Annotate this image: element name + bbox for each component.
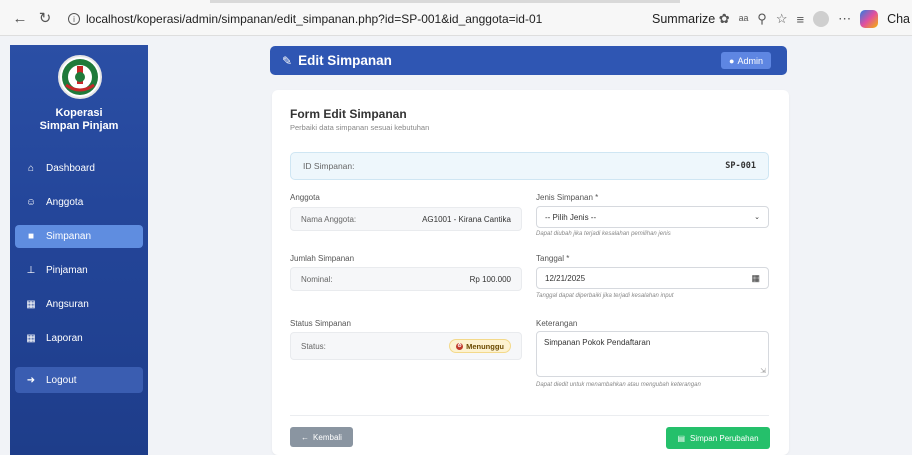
summarize-icon: ✿ xyxy=(718,11,730,26)
nama-anggota-label: Nama Anggota: xyxy=(301,214,357,224)
home-icon: ⌂ xyxy=(27,163,35,174)
calendar-icon: ▦ xyxy=(26,333,36,344)
browser-toolbar: ← ↻ i localhost/koperasi/admin/simpanan/… xyxy=(0,0,912,36)
form-card: Form Edit Simpanan Perbaiki data simpana… xyxy=(272,90,789,455)
save-icon: ▤ xyxy=(677,433,686,443)
anggota-label: Anggota xyxy=(290,193,320,202)
sidebar-item-pinjaman[interactable]: ⊥ Pinjaman xyxy=(10,259,148,282)
calendar-picker-icon[interactable]: ▦ xyxy=(751,273,760,284)
form-title: Form Edit Simpanan xyxy=(290,107,407,121)
id-simpanan-value: SP-001 xyxy=(725,161,756,171)
status-label: Status: xyxy=(301,341,326,351)
brand-line-1: Koperasi xyxy=(55,107,103,119)
wallet-icon: ■ xyxy=(27,231,35,242)
back-button-label: Kembali xyxy=(313,432,342,442)
status-badge: ⏱ Menunggu xyxy=(449,339,511,353)
save-button-label: Simpan Perubahan xyxy=(690,433,759,443)
sidebar-item-label: Anggota xyxy=(46,197,84,208)
admin-label: Admin xyxy=(737,55,763,66)
profile-avatar-icon[interactable] xyxy=(813,11,830,27)
logout-icon: ➜ xyxy=(26,374,36,386)
copilot-tab-label: Cha xyxy=(887,12,911,26)
sidebar: Koperasi Simpan Pinjam ⌂ Dashboard ☺ Ang… xyxy=(10,45,148,455)
back-arrow-icon[interactable]: ← xyxy=(10,8,30,28)
chevron-down-icon: ⌄ xyxy=(754,214,760,221)
status-box: Status: ⏱ Menunggu xyxy=(290,332,522,360)
sidebar-item-angsuran[interactable]: ▦ Angsuran xyxy=(10,293,148,316)
tanggal-hint: Tanggal dapat diperbaiki jika terjadi ke… xyxy=(536,293,674,299)
arrow-left-icon: ← xyxy=(301,432,310,442)
nominal-label: Nominal: xyxy=(301,274,333,284)
calendar-icon: ▦ xyxy=(26,299,36,310)
read-aloud-icon[interactable]: ᵃᵃ xyxy=(739,12,749,27)
users-icon: ☺ xyxy=(25,197,37,208)
reload-icon[interactable]: ↻ xyxy=(35,8,55,28)
sidebar-item-label: Dashboard xyxy=(46,163,95,174)
jenis-simpanan-hint: Dapat diubah jika terjadi kesalahan pemi… xyxy=(536,231,671,237)
favorite-star-icon[interactable]: ☆ xyxy=(776,11,788,27)
favorites-list-icon[interactable]: ≡ xyxy=(796,12,804,27)
jenis-simpanan-label: Jenis Simpanan * xyxy=(536,193,599,202)
keterangan-label: Keterangan xyxy=(536,319,578,328)
summarize-label: Summarize xyxy=(652,12,716,26)
id-simpanan-label: ID Simpanan: xyxy=(303,161,355,171)
status-value: Menunggu xyxy=(466,341,504,351)
site-info-icon[interactable]: i xyxy=(68,13,80,25)
tanggal-input[interactable]: 12/21/2025 ▦ xyxy=(536,267,769,289)
zoom-icon[interactable]: ⚲ xyxy=(757,11,767,27)
admin-badge[interactable]: ● Admin xyxy=(721,52,771,69)
brand-line-2: Simpan Pinjam xyxy=(39,120,119,132)
nama-anggota-box: Nama Anggota: AG1001 - Kirana Cantika xyxy=(290,207,522,231)
logout-label: Logout xyxy=(46,374,77,386)
sidebar-menu: ⌂ Dashboard ☺ Anggota ■ Simpanan ⊥ Pinja… xyxy=(10,157,148,404)
brand-name: Koperasi Simpan Pinjam xyxy=(10,107,148,133)
save-button[interactable]: ▤ Simpan Perubahan xyxy=(666,427,770,449)
clock-icon: ⏱ xyxy=(456,342,464,350)
tanggal-label: Tanggal * xyxy=(536,254,570,263)
sidebar-item-simpanan[interactable]: ■ Simpanan xyxy=(15,225,143,248)
tanggal-value: 12/21/2025 xyxy=(545,273,586,283)
jumlah-simpanan-label: Jumlah Simpanan xyxy=(290,254,355,263)
back-button[interactable]: ← Kembali xyxy=(290,427,353,447)
nominal-value: Rp 100.000 xyxy=(469,274,511,284)
nominal-box: Nominal: Rp 100.000 xyxy=(290,267,522,291)
sidebar-item-label: Laporan xyxy=(46,333,83,344)
page-header: ✎ Edit Simpanan ● Admin xyxy=(270,46,787,75)
sidebar-item-label: Simpanan xyxy=(46,231,92,242)
sidebar-item-laporan[interactable]: ▦ Laporan xyxy=(10,327,148,350)
keterangan-textarea[interactable]: Simpanan Pokok Pendaftaran ⇲ xyxy=(536,331,769,377)
keterangan-hint: Dapat diedit untuk menambahkan atau meng… xyxy=(536,382,701,388)
logout-button[interactable]: ➜ Logout xyxy=(15,367,143,393)
tab-strip-edge xyxy=(210,0,680,3)
sidebar-item-anggota[interactable]: ☺ Anggota xyxy=(10,191,148,214)
form-divider xyxy=(290,415,769,416)
jenis-simpanan-select[interactable]: -- Pilih Jenis -- ⌄ xyxy=(536,206,769,228)
jenis-simpanan-value: -- Pilih Jenis -- xyxy=(545,212,597,222)
browser-tools: Summarize ✿ ᵃᵃ ⚲ ☆ ≡ ⋯ Cha xyxy=(652,8,910,30)
sidebar-item-dashboard[interactable]: ⌂ Dashboard xyxy=(10,157,148,180)
url-text: localhost/koperasi/admin/simpanan/edit_s… xyxy=(86,12,543,26)
sidebar-item-label: Angsuran xyxy=(46,299,89,310)
copilot-icon[interactable] xyxy=(860,10,879,28)
address-bar[interactable]: i localhost/koperasi/admin/simpanan/edit… xyxy=(60,9,645,29)
keterangan-value: Simpanan Pokok Pendaftaran xyxy=(544,338,651,347)
more-options-icon[interactable]: ⋯ xyxy=(838,11,851,27)
form-subtitle: Perbaiki data simpanan sesuai kebutuhan xyxy=(290,123,430,132)
nama-anggota-value: AG1001 - Kirana Cantika xyxy=(422,214,511,224)
edit-icon: ✎ xyxy=(282,53,293,68)
sidebar-item-label: Pinjaman xyxy=(46,265,88,276)
koperasi-logo xyxy=(58,55,102,99)
status-simpanan-label: Status Simpanan xyxy=(290,319,351,328)
hand-holding-icon: ⊥ xyxy=(26,265,36,276)
page-title: Edit Simpanan xyxy=(298,53,392,68)
user-circle-icon: ● xyxy=(729,55,735,66)
id-simpanan-box: ID Simpanan: SP-001 xyxy=(290,152,769,180)
summarize-button[interactable]: Summarize ✿ xyxy=(652,11,730,27)
resize-handle-icon[interactable]: ⇲ xyxy=(760,367,766,375)
